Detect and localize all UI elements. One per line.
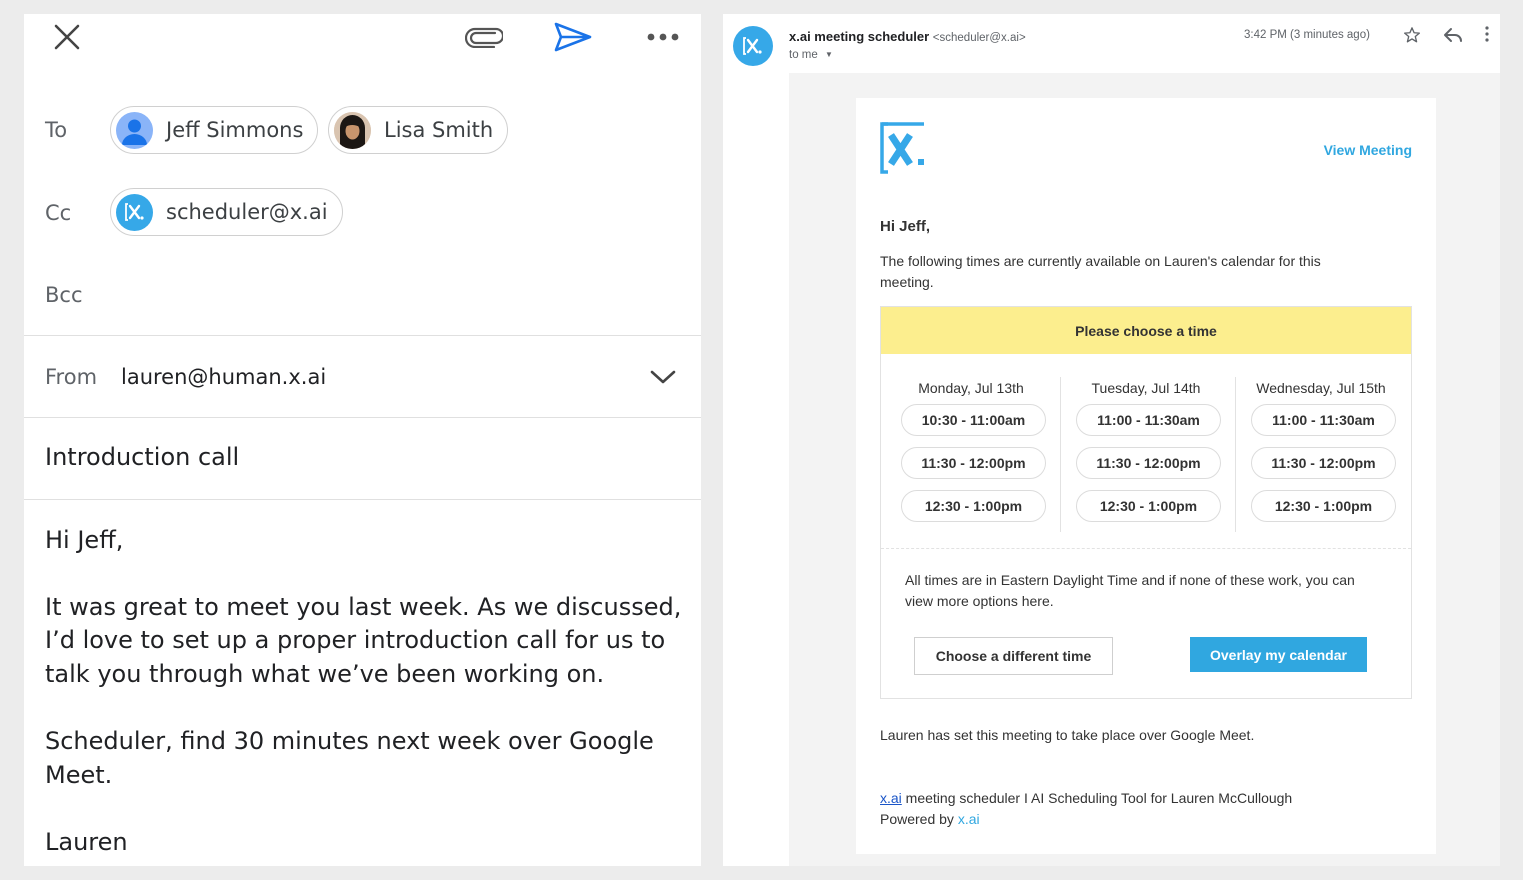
body-line: talk you through what we’ve been working… <box>45 660 605 688</box>
choose-different-time-button[interactable]: Choose a different time <box>914 637 1113 675</box>
compose-window: To Jeff Simmons Lisa Smith Cc scheduler@… <box>24 14 701 866</box>
recipient-chip-jeff[interactable]: Jeff Simmons <box>110 106 319 154</box>
divider <box>881 548 1411 549</box>
from-label: From <box>45 365 98 389</box>
intro-line: The following times are currently availa… <box>880 253 1321 269</box>
more-vert-icon[interactable] <box>1485 26 1500 46</box>
recipient-chip-lisa[interactable]: Lisa Smith <box>328 106 509 154</box>
more-horiz-icon[interactable] <box>644 26 682 48</box>
to-me-label: to me <box>789 49 818 61</box>
body-line: Meet. <box>45 761 113 789</box>
email-greeting: Hi Jeff, <box>880 218 931 235</box>
email-view: x.ai meeting scheduler <scheduler@x.ai> … <box>723 14 1500 866</box>
time-slot-button[interactable]: 11:00 - 11:30am <box>1076 404 1221 436</box>
body-line: I’d love to set up a proper introduction… <box>45 626 666 654</box>
time-slot-button[interactable]: 12:30 - 1:00pm <box>901 490 1046 522</box>
time-slot-button[interactable]: 10:30 - 11:00am <box>901 404 1046 436</box>
divider <box>24 335 701 336</box>
cc-label: Cc <box>45 201 72 225</box>
timezone-note: view more options here. <box>905 593 1054 609</box>
powered-by-line: Powered by x.ai <box>880 809 980 830</box>
reply-icon[interactable] <box>1443 27 1465 45</box>
footer-line: x.ai meeting scheduler I AI Scheduling T… <box>880 788 1292 809</box>
recipient-name: scheduler@x.ai <box>166 200 328 224</box>
subject-field[interactable]: Introduction call <box>45 443 239 471</box>
powered-by-link[interactable]: x.ai <box>958 811 980 827</box>
day-label: Monday, Jul 13th <box>918 380 1024 396</box>
caret-down-icon: ▼ <box>824 50 833 59</box>
to-label: To <box>45 118 68 142</box>
time-slot-button[interactable]: 11:00 - 11:30am <box>1251 404 1396 436</box>
body-line: Scheduler, find 30 minutes next week ove… <box>45 727 654 755</box>
chevron-down-icon[interactable] <box>646 364 680 390</box>
time-slot-button[interactable]: 12:30 - 1:00pm <box>1251 490 1396 522</box>
column-divider <box>1060 377 1061 532</box>
footer-xai-link[interactable]: x.ai <box>880 790 902 806</box>
meet-note: Lauren has set this meeting to take plac… <box>880 727 1255 743</box>
send-icon[interactable] <box>552 20 594 54</box>
star-icon[interactable] <box>1403 26 1423 46</box>
body-line: It was great to meet you last week. As w… <box>45 593 682 621</box>
body-greeting: Hi Jeff, <box>45 526 124 554</box>
xai-logo-icon <box>116 193 153 231</box>
email-timestamp: 3:42 PM (3 minutes ago) <box>1244 29 1370 41</box>
time-slot-button[interactable]: 12:30 - 1:00pm <box>1076 490 1221 522</box>
bcc-label[interactable]: Bcc <box>45 283 83 307</box>
choose-time-header: Please choose a time <box>881 307 1411 354</box>
body-signature: Lauren <box>45 828 128 856</box>
day-label: Tuesday, Jul 14th <box>1091 380 1201 396</box>
divider <box>24 417 701 418</box>
overlay-calendar-button[interactable]: Overlay my calendar <box>1190 637 1367 672</box>
recipient-name: Lisa Smith <box>384 118 494 142</box>
close-icon[interactable] <box>52 22 82 52</box>
sender-avatar <box>733 26 773 66</box>
avatar <box>334 111 371 149</box>
footer-text: meeting scheduler I AI Scheduling Tool f… <box>901 790 1293 806</box>
message-body[interactable]: Hi Jeff, It was great to meet you last w… <box>24 514 701 866</box>
scheduler-card: View Meeting Hi Jeff, The following time… <box>856 98 1436 854</box>
day-label: Wednesday, Jul 15th <box>1256 380 1386 396</box>
sender-display-name: x.ai meeting scheduler <box>789 29 930 44</box>
time-slot-button[interactable]: 11:30 - 12:00pm <box>1251 447 1396 479</box>
person-icon <box>116 111 153 149</box>
divider <box>24 499 701 500</box>
time-picker: Please choose a time Monday, Jul 13th 10… <box>880 306 1412 699</box>
xai-logo-icon <box>880 122 928 181</box>
recipient-name: Jeff Simmons <box>166 118 304 142</box>
from-value[interactable]: lauren@human.x.ai <box>121 365 326 389</box>
intro-line: meeting. <box>880 274 934 290</box>
recipient-details-toggle[interactable]: to me ▼ <box>789 49 833 61</box>
sender-name: x.ai meeting scheduler <scheduler@x.ai> <box>789 29 1026 44</box>
column-divider <box>1235 377 1236 532</box>
time-slot-button[interactable]: 11:30 - 12:00pm <box>901 447 1046 479</box>
paperclip-icon[interactable] <box>464 24 504 50</box>
view-meeting-link[interactable]: View Meeting <box>1324 142 1412 158</box>
sender-address: <scheduler@x.ai> <box>932 32 1026 44</box>
powered-by-text: Powered by <box>880 811 958 827</box>
timezone-note: All times are in Eastern Daylight Time a… <box>905 572 1355 588</box>
recipient-chip-scheduler[interactable]: scheduler@x.ai <box>110 188 343 236</box>
time-slot-button[interactable]: 11:30 - 12:00pm <box>1076 447 1221 479</box>
